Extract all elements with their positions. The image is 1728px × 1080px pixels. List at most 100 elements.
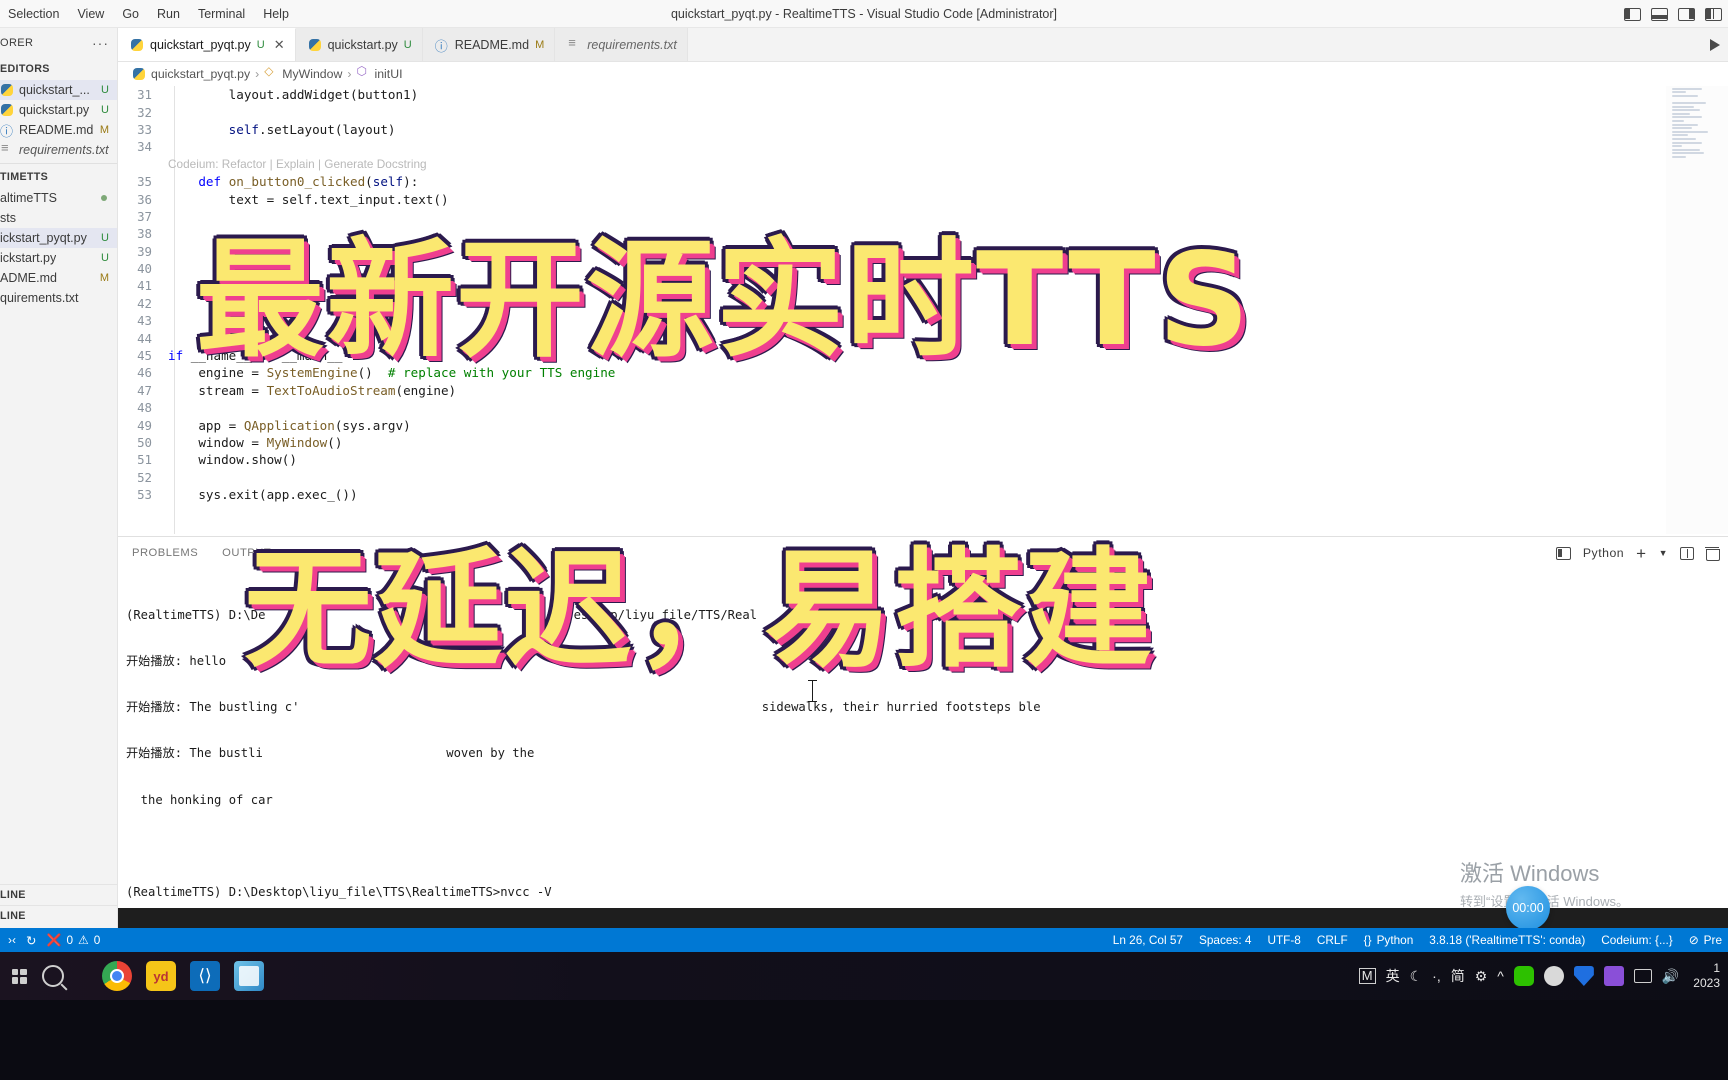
tab-requirements-txt[interactable]: requirements.txt [555,28,688,61]
line-number: 34 [137,139,152,155]
line-number: 32 [137,104,152,120]
youdao-icon[interactable]: yd [146,961,176,991]
project-section-title[interactable]: TIMETTS [0,166,117,188]
status-eol[interactable]: CRLF [1317,933,1348,947]
tree-item-readme[interactable]: ADME.md M [0,268,117,288]
windows-taskbar: yd ⟨⟩ M 英 ☾ ·, 简 ⚙ ^ 🔊 1 2023 [0,952,1728,1000]
status-cursor-position[interactable]: Ln 26, Col 57 [1113,933,1183,947]
code-line: 34 [118,138,1728,155]
menu-bar[interactable]: Selection View Go Run Terminal Help [0,7,289,21]
tab-readme-md[interactable]: README.md M [422,28,556,61]
minimap[interactable] [1666,86,1728,534]
toggle-primary-sidebar-icon[interactable] [1624,7,1641,21]
tab-quickstart-py[interactable]: quickstart.py U [295,28,423,61]
network-icon[interactable] [1633,969,1652,983]
active-terminal-label[interactable]: Python [1583,546,1624,560]
tab-problems[interactable]: PROBLEMS [132,547,198,559]
new-terminal-icon[interactable]: + [1636,545,1646,562]
kill-terminal-icon[interactable] [1705,547,1720,561]
status-encoding[interactable]: UTF-8 [1267,933,1300,947]
panel-actions[interactable]: Python + ▼ [1555,537,1720,569]
moon-icon[interactable]: ☾ [1410,968,1423,985]
chrome-icon[interactable] [102,961,132,991]
menu-item-selection[interactable]: Selection [8,7,59,21]
outline-section-title[interactable]: LINE [0,885,117,905]
menu-item-help[interactable]: Help [263,7,289,21]
ime-mode-icon[interactable]: M [1358,968,1376,984]
editor-actions[interactable] [1710,28,1720,62]
close-icon[interactable]: ✕ [274,37,285,53]
open-editor-label: quickstart.py [19,103,90,117]
toggle-secondary-sidebar-icon[interactable] [1678,7,1695,21]
tab-output[interactable]: OUTPUT [222,547,271,559]
punctuation-icon[interactable]: ·, [1432,968,1441,984]
open-editor-item-quickstart[interactable]: quickstart.py U [0,100,117,120]
customize-layout-icon[interactable] [1705,7,1722,21]
status-interpreter[interactable]: 3.8.18 ('RealtimeTTS': conda) [1429,933,1585,947]
taskbar-tray[interactable]: M 英 ☾ ·, 简 ⚙ ^ 🔊 1 2023 [1358,952,1728,1000]
vscode-icon[interactable]: ⟨⟩ [190,961,220,991]
chevron-down-icon[interactable]: ▼ [1659,548,1668,558]
breadcrumb-method[interactable]: initUI [374,67,402,81]
tree-item-requirements[interactable]: quirements.txt [0,288,117,308]
breadcrumb[interactable]: quickstart_pyqt.py › MyWindow › initUI [118,62,1728,86]
breadcrumb-file[interactable]: quickstart_pyqt.py [151,67,250,81]
line-content: sys.exit(app.exec_()) [168,487,358,503]
qq-icon[interactable] [1543,966,1564,986]
recording-timer-badge[interactable]: 00:00 [1506,886,1550,930]
menu-item-run[interactable]: Run [157,7,180,21]
terminal-line: 开始播放: hello [126,654,227,669]
tree-item-label: ickstart.py [0,251,57,265]
open-editor-item-quickstart-pyqt[interactable]: quickstart_... U [0,80,117,100]
code-line: 45 if __name__ == __main__ : [118,347,1728,364]
codelens-label[interactable]: Codeium: Refactor | Explain | Generate D… [164,157,427,171]
taskbar-clock[interactable]: 1 2023 [1689,961,1720,991]
layout-controls[interactable] [1624,0,1722,28]
simplified-chinese-icon[interactable]: 简 [1451,966,1465,986]
code-editor[interactable]: 31 layout.addWidget(button1) 32 33 self.… [118,86,1728,534]
status-errors[interactable]: ❌ 0 ⚠ 0 [46,933,100,947]
status-bar-left: ›‹ ↻ ❌ 0 ⚠ 0 [0,933,100,948]
open-editor-item-readme[interactable]: README.md M [0,120,117,140]
breadcrumb-class[interactable]: MyWindow [282,67,342,81]
tree-item-quickstart[interactable]: ickstart.py U [0,248,117,268]
line-content: engine = SystemEngine() # replace with y… [168,365,616,381]
open-editor-item-requirements[interactable]: requirements.txt [0,140,117,160]
open-editors-section-title[interactable]: EDITORS [0,58,117,80]
menu-item-go[interactable]: Go [122,7,139,21]
run-python-file-icon[interactable] [1710,39,1720,51]
wechat-icon[interactable] [1513,966,1534,986]
status-language-mode[interactable]: {} Python [1364,933,1414,947]
toggle-panel-icon[interactable] [1651,7,1668,21]
tab-quickstart-pyqt-py[interactable]: quickstart_pyqt.py U ✕ [118,28,296,61]
tencent-icon[interactable] [1573,966,1594,986]
status-codeium[interactable]: Codeium: {...} [1601,933,1672,947]
terminal-output[interactable]: (RealtimeTTS) D:\De esktop/liyu_file/TTS… [118,569,1728,908]
code-line: 36 text = self.text_input.text() [118,190,1728,207]
menu-item-terminal[interactable]: Terminal [198,7,245,21]
remote-window-icon[interactable]: ›‹ [8,933,16,947]
sync-icon[interactable]: ↻ [26,933,36,948]
start-icon[interactable] [4,961,34,991]
chevron-up-icon[interactable]: ^ [1497,968,1504,984]
taskbar-pinned-apps[interactable]: yd ⟨⟩ [68,961,264,991]
tree-item-quickstart-pyqt[interactable]: ickstart_pyqt.py U [0,228,117,248]
twin-icon[interactable] [1603,966,1624,986]
menu-item-view[interactable]: View [77,7,104,21]
status-prettier[interactable]: ⊘ Pre [1689,933,1722,947]
code-line: 43 [118,312,1728,329]
status-indentation[interactable]: Spaces: 4 [1199,933,1251,947]
split-terminal-icon[interactable] [1680,546,1694,560]
timeline-section-title[interactable]: LINE [0,905,117,925]
search-icon[interactable] [38,961,68,991]
line-content: app = QApplication(sys.argv) [168,417,411,433]
volume-icon[interactable]: 🔊 [1662,968,1679,985]
tiles-icon[interactable] [234,961,264,991]
explorer-more-actions-icon[interactable]: ··· [92,35,109,51]
ime-settings-icon[interactable]: ⚙ [1475,968,1488,985]
tab-git-badge: U [403,38,412,51]
tree-item-tests[interactable]: sts [0,208,117,228]
ime-language-icon[interactable]: 英 [1386,966,1400,986]
taskbar-start-area[interactable] [0,961,68,991]
tree-item-realtimetts[interactable]: altimeTTS [0,188,117,208]
